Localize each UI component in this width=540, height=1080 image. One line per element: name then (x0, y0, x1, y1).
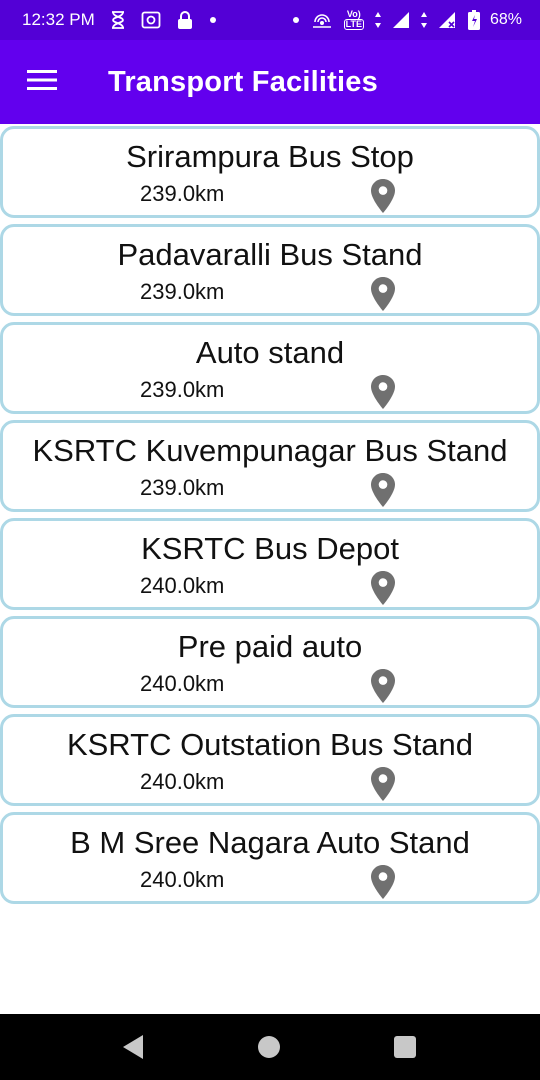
data-arrows-icon (420, 11, 428, 29)
hamburger-menu-icon (27, 69, 57, 96)
home-button[interactable] (229, 1014, 309, 1080)
facility-distance: 239.0km (140, 181, 225, 206)
facility-name: KSRTC Outstation Bus Stand (66, 727, 474, 762)
facility-distance: 240.0km (140, 769, 225, 794)
menu-button[interactable] (0, 40, 84, 124)
hourglass-icon (111, 11, 125, 29)
facility-card[interactable]: B M Sree Nagara Auto Stand 240.0km (0, 812, 540, 904)
recents-square-icon (394, 1036, 416, 1058)
notification-dot-icon (292, 16, 300, 24)
facility-name: Srirampura Bus Stop (126, 139, 414, 174)
facility-card[interactable]: KSRTC Kuvempunagar Bus Stand 239.0km (0, 420, 540, 512)
facility-name: Auto stand (195, 335, 345, 370)
facility-name: Pre paid auto (177, 629, 363, 664)
facility-card[interactable]: Padavaralli Bus Stand 239.0km (0, 224, 540, 316)
facility-card[interactable]: Auto stand 239.0km (0, 322, 540, 414)
status-bar: 12:32 PM Vo) LTE 68% (0, 0, 540, 40)
location-pin-icon[interactable] (371, 767, 395, 801)
facility-distance: 240.0km (140, 573, 225, 598)
battery-percent: 68% (489, 11, 522, 28)
data-arrows-icon (374, 11, 382, 29)
hotspot-icon (310, 10, 334, 30)
lte-label: LTE (343, 19, 364, 30)
system-navigation-bar (0, 1014, 540, 1080)
recents-button[interactable] (365, 1014, 445, 1080)
app-bar: Transport Facilities (0, 40, 540, 124)
facility-name: Padavaralli Bus Stand (117, 237, 423, 272)
facility-card[interactable]: KSRTC Bus Depot 240.0km (0, 518, 540, 610)
facility-name: B M Sree Nagara Auto Stand (70, 825, 470, 860)
facility-distance: 240.0km (140, 867, 225, 892)
volte-icon: Vo) LTE (343, 9, 364, 30)
location-pin-icon[interactable] (371, 179, 395, 213)
signal-icon (392, 11, 410, 29)
location-pin-icon[interactable] (371, 669, 395, 703)
photo-icon (141, 11, 161, 29)
signal-no-sim-icon (438, 11, 458, 29)
location-pin-icon[interactable] (371, 865, 395, 899)
facility-distance: 239.0km (140, 475, 225, 500)
location-pin-icon[interactable] (371, 571, 395, 605)
volte-label: Vo) (346, 9, 361, 19)
facility-distance: 240.0km (140, 671, 225, 696)
status-time: 12:32 PM (22, 10, 95, 29)
facility-name: KSRTC Bus Depot (141, 531, 399, 566)
facility-card[interactable]: Pre paid auto 240.0km (0, 616, 540, 708)
facility-name: KSRTC Kuvempunagar Bus Stand (32, 433, 508, 468)
page-title: Transport Facilities (108, 65, 378, 98)
location-pin-icon[interactable] (371, 277, 395, 311)
facility-card[interactable]: KSRTC Outstation Bus Stand 240.0km (0, 714, 540, 806)
facility-card[interactable]: Srirampura Bus Stop 239.0km (0, 126, 540, 218)
home-circle-icon (258, 1036, 280, 1058)
facility-distance: 239.0km (140, 377, 225, 402)
location-pin-icon[interactable] (371, 473, 395, 507)
battery-icon (467, 10, 480, 30)
lock-icon (177, 10, 193, 30)
back-button[interactable] (93, 1014, 173, 1080)
back-triangle-icon (123, 1035, 143, 1059)
location-pin-icon[interactable] (371, 375, 395, 409)
facility-list: Srirampura Bus Stop 239.0km Padavaralli … (0, 126, 540, 910)
facility-distance: 239.0km (140, 279, 225, 304)
notification-dot-icon (209, 16, 217, 24)
